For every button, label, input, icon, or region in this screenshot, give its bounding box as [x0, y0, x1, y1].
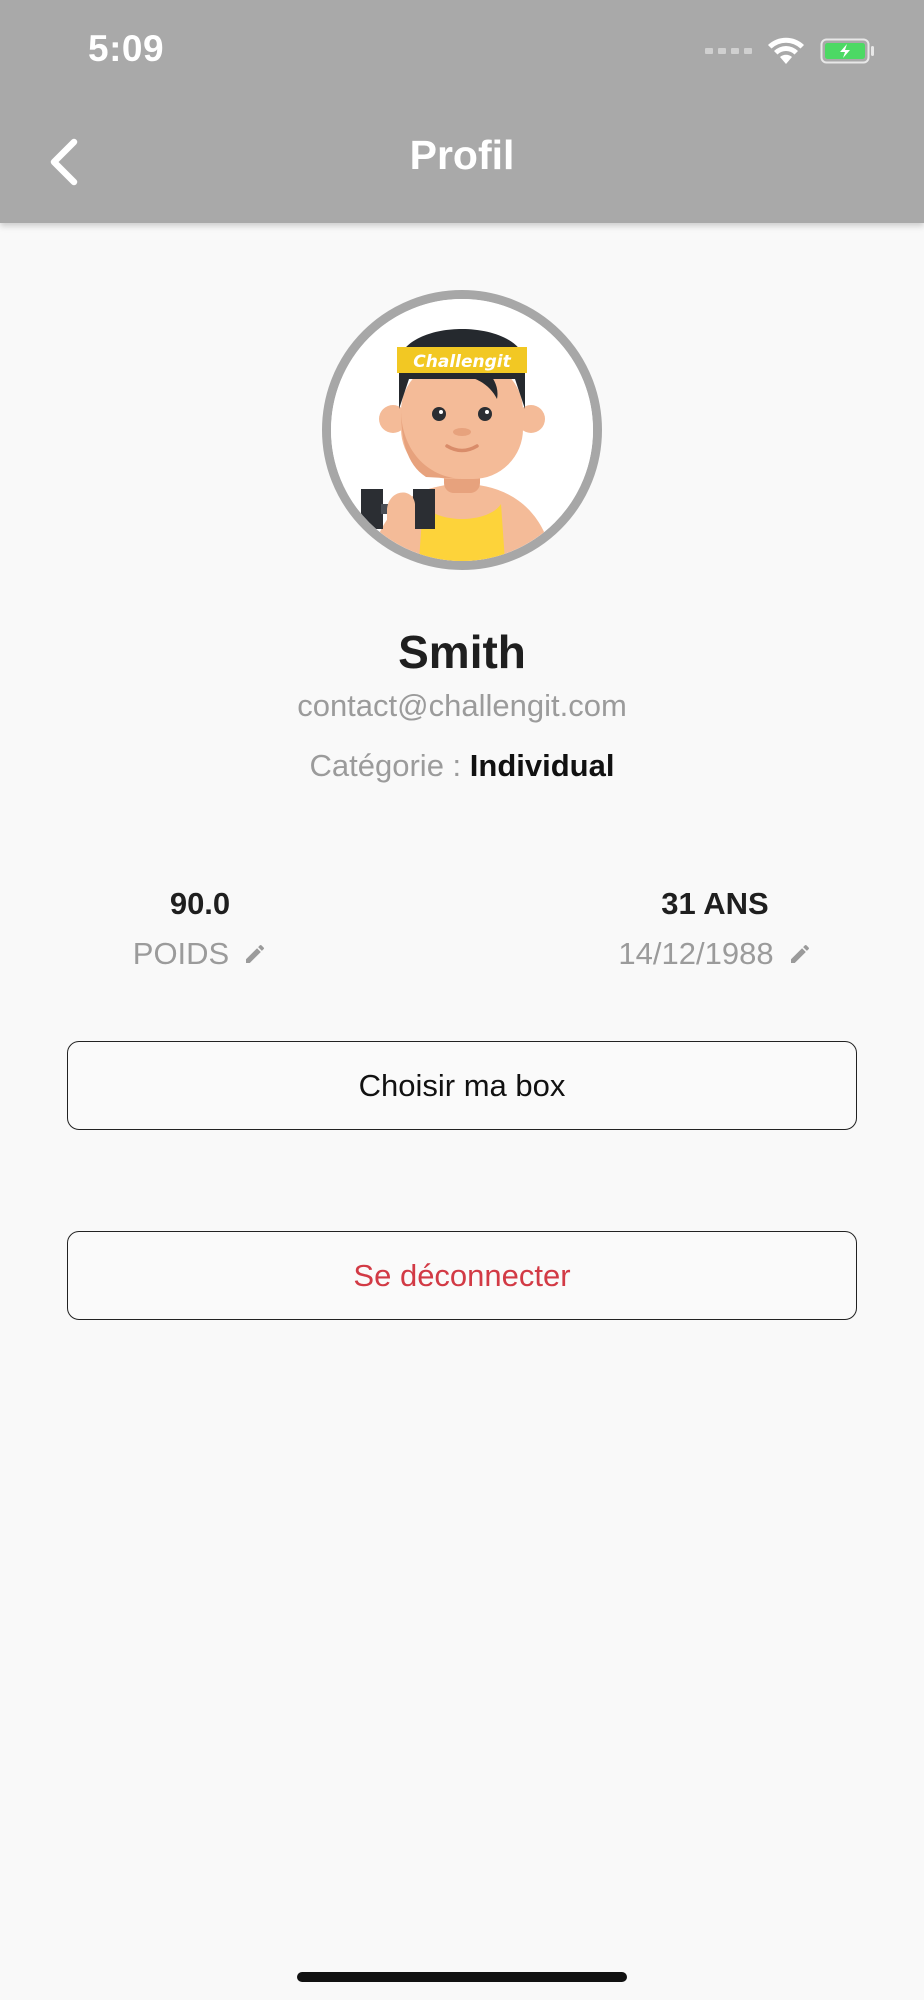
category-label: Catégorie :: [309, 748, 470, 783]
weight-label: POIDS: [132, 936, 230, 971]
choose-box-button[interactable]: Choisir ma box: [67, 1041, 857, 1130]
status-time: 5:09: [88, 28, 165, 69]
app-header: 5:09 Profil: [0, 0, 924, 223]
signal-icon: [705, 48, 752, 54]
status-icons: [705, 34, 876, 68]
wifi-icon: [768, 37, 804, 64]
weight-stat: 90.0 POIDS: [110, 886, 290, 972]
edit-weight-pencil-icon[interactable]: [243, 942, 267, 966]
page-title: Profil: [409, 132, 515, 178]
athlete-avatar-illustration: Challengit: [331, 299, 593, 561]
avatar: Challengit: [322, 290, 602, 570]
profile-name: Smith: [398, 626, 526, 678]
profile-category: Catégorie : Individual: [0, 748, 924, 784]
category-value: Individual: [469, 748, 615, 783]
headband-text: Challengit: [413, 352, 511, 372]
age-value: 31 ANS: [661, 886, 769, 921]
profile-email: contact@challengit.com: [297, 688, 627, 723]
edit-birthdate-pencil-icon[interactable]: [788, 942, 812, 966]
weight-value: 90.0: [169, 886, 231, 921]
age-stat: 31 ANS 14/12/1988: [585, 886, 845, 972]
home-indicator: [297, 1972, 627, 1982]
battery-charging-icon: [820, 38, 874, 64]
logout-button[interactable]: Se déconnecter: [67, 1231, 857, 1320]
birthdate-value: 14/12/1988: [618, 936, 774, 971]
